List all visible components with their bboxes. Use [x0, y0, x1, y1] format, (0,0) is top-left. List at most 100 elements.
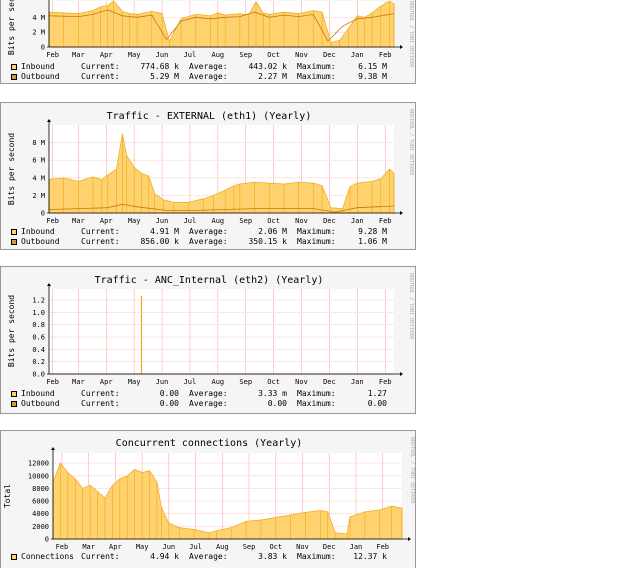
chart-2-x-tick-label: Oct	[267, 217, 280, 225]
chart-4-y-tick-label: 0	[45, 536, 49, 544]
chart-panel-4: Concurrent connections (Yearly) Total RRDT…	[0, 430, 416, 568]
chart-2-legend-cell: 4.91 M	[150, 227, 179, 236]
chart-2-x-tick-label: Sep	[239, 217, 252, 225]
chart-1-x-tick-label: Feb	[379, 51, 392, 59]
chart-4-legend-cell: 4.94 k	[150, 552, 179, 561]
chart-3-title: Traffic - ANC_Internal (eth2) (Yearly)	[95, 275, 324, 286]
chart-4-watermark: RRDTOOL / TOBI OETIKER	[409, 437, 415, 504]
chart-3-x-tick-label: Nov	[295, 378, 308, 386]
chart-4-x-tick-label: Jan	[350, 543, 363, 551]
chart-1-legend-cell: Average:	[189, 62, 228, 71]
chart-1-legend-row: Outbound Current: 5.29 M Average: 2.27 M Maxi…	[11, 72, 387, 82]
chart-1-x-tick-label: Mar	[72, 51, 85, 59]
chart-2-x-tick-label: Jan	[351, 217, 364, 225]
chart-4-title: Concurrent connections (Yearly)	[116, 438, 303, 449]
chart-3-x-tick-label: Apr	[100, 378, 113, 386]
chart-4-x-tick-label: Sep	[243, 543, 256, 551]
chart-3-legend-row: Outbound Current: 0.00 Average: 0.00 Maximum:…	[11, 399, 387, 409]
chart-1-x-tick-label: Nov	[295, 51, 308, 59]
chart-4-legend-cell: 12.37 k	[353, 552, 387, 561]
chart-1-x-tick-label: Dec	[323, 51, 336, 59]
chart-1-legend: Inbound Current: 774.68 k Average: 443.02 k M…	[11, 62, 387, 82]
chart-2-legend-cell: 856.00 k	[140, 237, 179, 246]
chart-1-x-tick-label: May	[128, 51, 141, 59]
chart-2-y-axis-label: Bits per second	[7, 133, 16, 205]
chart-3-legend-cell: Current:	[81, 399, 120, 408]
chart-2-legend-cell: 1.06 M	[358, 237, 387, 246]
chart-2-legend-cell: Inbound	[21, 227, 55, 236]
chart-3-x-tick-label: Jan	[351, 378, 364, 386]
chart-4-x-tick-label: Nov	[296, 543, 309, 551]
chart-1-x-tick-label: Jul	[184, 51, 197, 59]
chart-3-legend-cell: 0.00	[367, 399, 387, 408]
chart-2-x-tick-label: Feb	[46, 217, 59, 225]
chart-3-y-tick-label: 0.6	[32, 334, 45, 342]
chart-panel-2: Traffic - EXTERNAL (eth1) (Yearly) Bits p…	[0, 102, 416, 250]
chart-4-svg: Concurrent connections (Yearly) Total RRDT…	[3, 437, 415, 551]
chart-4-y-tick-label: 4000	[32, 510, 49, 518]
chart-1-legend-cell: Current:	[81, 72, 120, 81]
chart-2-legend-cell: Maximum:	[297, 227, 336, 236]
chart-1-legend-cell: 6.15 M	[358, 62, 387, 71]
chart-1-x-tick-label: Apr	[100, 51, 113, 59]
chart-4-legend-cell: Current:	[81, 552, 120, 561]
chart-4-x-tick-label: Dec	[323, 543, 336, 551]
chart-2-x-tick-label: Apr	[100, 217, 113, 225]
chart-1-x-axis-arrow	[400, 45, 403, 49]
chart-2-x-tick-label: Jul	[184, 217, 197, 225]
chart-2-x-tick-label: Feb	[379, 217, 392, 225]
chart-3-plot-area	[49, 289, 394, 374]
chart-2-legend-swatch	[11, 239, 17, 245]
chart-1-legend-row: Inbound Current: 774.68 k Average: 443.02 k M…	[11, 62, 387, 72]
chart-2-title: Traffic - EXTERNAL (eth1) (Yearly)	[107, 111, 312, 122]
chart-3-legend-cell: Outbound	[21, 399, 60, 408]
chart-4-x-tick-label: Jul	[189, 543, 202, 551]
chart-1-legend-cell: Outbound	[21, 72, 60, 81]
chart-4-legend-cell: Maximum:	[297, 552, 336, 561]
chart-3-y-tick-label: 0.4	[32, 346, 45, 354]
chart-4-x-axis-arrow	[408, 537, 411, 541]
chart-4-y-axis-arrow	[51, 447, 55, 450]
chart-2-legend: Inbound Current: 4.91 M Average: 2.06 M Maxim…	[11, 227, 387, 247]
chart-3-x-tick-label: Aug	[212, 378, 225, 386]
chart-2-x-tick-label: Nov	[295, 217, 308, 225]
chart-4-x-tick-label: Feb	[376, 543, 389, 551]
chart-2-legend-cell: Outbound	[21, 237, 60, 246]
chart-2-legend-cell: Average:	[189, 227, 228, 236]
chart-3-legend-cell: Maximum:	[297, 389, 336, 398]
chart-3-legend-cell: Maximum:	[297, 399, 336, 408]
chart-4-x-tick-label: May	[136, 543, 149, 551]
chart-1-legend-cell: Inbound	[21, 62, 55, 71]
chart-4-x-tick-label: Aug	[216, 543, 229, 551]
chart-1-x-tick-label: Jun	[156, 51, 169, 59]
chart-3-x-tick-label: May	[128, 378, 141, 386]
chart-1-legend-swatch	[11, 74, 17, 80]
chart-1-legend-cell: Average:	[189, 72, 228, 81]
chart-4-y-tick-label: 2000	[32, 523, 49, 531]
chart-4-legend-row: Connections Current: 4.94 k Average: 3.83 k M…	[11, 552, 387, 562]
chart-1-x-tick-label: Oct	[267, 51, 280, 59]
chart-4-legend-cell: Average:	[189, 552, 228, 561]
chart-4-legend-cell: Connections	[21, 552, 74, 561]
chart-2-y-tick-label: 2 M	[32, 192, 45, 200]
chart-2-legend-cell: 2.06 M	[258, 227, 287, 236]
chart-2-x-axis-arrow	[400, 211, 403, 215]
chart-1-x-tick-label: Jan	[351, 51, 364, 59]
chart-1-legend-cell: 443.02 k	[248, 62, 287, 71]
chart-2-x-tick-label: Jun	[156, 217, 169, 225]
chart-4-legend-cell: 3.83 k	[258, 552, 287, 561]
chart-1-x-tick-label: Feb	[46, 51, 59, 59]
chart-1-legend-swatch	[11, 64, 17, 70]
chart-3-legend-cell: Current:	[81, 389, 120, 398]
chart-1-y-tick-label: 4 M	[32, 14, 45, 22]
chart-3-x-tick-label: Mar	[72, 378, 85, 386]
chart-3-legend-swatch	[11, 391, 17, 397]
chart-4-x-tick-label: Feb	[56, 543, 69, 551]
chart-3-legend-cell: Average:	[189, 389, 228, 398]
chart-2-legend-cell: Maximum:	[297, 237, 336, 246]
chart-1-legend-cell: 9.38 M	[358, 72, 387, 81]
chart-3-watermark: RRDTOOL / TOBI OETIKER	[408, 273, 414, 340]
chart-2-x-tick-label: Aug	[212, 217, 225, 225]
chart-1-y-axis-label: Bits per second	[7, 0, 16, 55]
chart-3-legend-cell: Inbound	[21, 389, 55, 398]
